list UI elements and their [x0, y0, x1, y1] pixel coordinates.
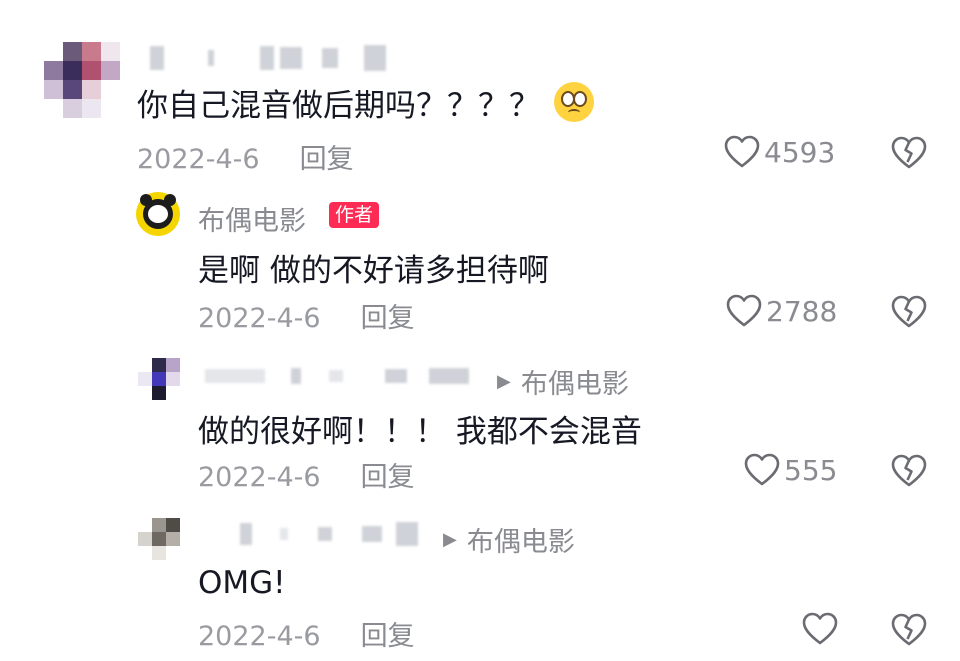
comment-text: 是啊 做的不好请多担待啊 — [198, 253, 549, 289]
comment-meta: 2022-4-6 回复 — [198, 614, 415, 653]
dislike-button[interactable] — [890, 136, 928, 174]
panda-logo-icon — [136, 192, 180, 236]
reply-button[interactable]: 回复 — [361, 462, 415, 493]
comment-date: 2022-4-6 — [198, 462, 321, 493]
author-name[interactable]: 布偶电影 — [198, 199, 306, 238]
heart-icon — [744, 453, 780, 486]
avatar[interactable] — [138, 518, 180, 560]
username-redacted[interactable] — [150, 45, 386, 71]
like-count: 4593 — [764, 135, 836, 169]
comment-meta: 2022-4-6 回复 — [198, 296, 415, 335]
like-button[interactable]: 555 — [744, 453, 837, 487]
reply-to-label[interactable]: ▶ 布偶电影 — [497, 362, 629, 401]
like-count: 2788 — [766, 294, 838, 328]
reply-arrow-icon: ▶ — [497, 371, 511, 392]
broken-heart-icon — [891, 136, 927, 169]
comment-text: 做的很好啊！！！ 我都不会混音 — [198, 414, 642, 450]
reply-arrow-icon: ▶ — [443, 529, 457, 550]
like-button[interactable]: 2788 — [726, 294, 837, 328]
comment-meta: 2022-4-6 回复 — [137, 137, 354, 176]
heart-icon — [724, 135, 760, 168]
heart-icon — [726, 294, 762, 327]
broken-heart-icon — [891, 295, 927, 328]
heart-icon — [802, 612, 838, 645]
comment-date: 2022-4-6 — [198, 621, 321, 652]
reply-button[interactable]: 回复 — [361, 621, 415, 652]
reply-button[interactable]: 回复 — [300, 144, 354, 175]
pleading-face-emoji-icon — [554, 82, 594, 122]
broken-heart-icon — [891, 613, 927, 646]
like-button[interactable] — [802, 612, 842, 646]
reply-button[interactable]: 回复 — [361, 303, 415, 334]
comment-date: 2022-4-6 — [137, 144, 260, 175]
comment-text: 你自己混音做后期吗？？？？ — [137, 80, 594, 125]
username-redacted[interactable] — [240, 522, 418, 546]
avatar[interactable] — [138, 358, 180, 400]
username-redacted[interactable] — [205, 368, 469, 384]
dislike-button[interactable] — [890, 295, 928, 333]
comment-text: OMG! — [198, 565, 286, 601]
like-count: 555 — [784, 453, 838, 487]
avatar[interactable] — [136, 192, 180, 236]
reply-to-label[interactable]: ▶ 布偶电影 — [443, 520, 575, 559]
author-badge: 作者 — [329, 202, 380, 228]
avatar[interactable] — [44, 42, 120, 118]
like-button[interactable]: 4593 — [724, 135, 835, 169]
broken-heart-icon — [891, 454, 927, 487]
comment-date: 2022-4-6 — [198, 303, 321, 334]
dislike-button[interactable] — [890, 454, 928, 492]
dislike-button[interactable] — [890, 613, 928, 651]
comment-meta: 2022-4-6 回复 — [198, 455, 415, 494]
